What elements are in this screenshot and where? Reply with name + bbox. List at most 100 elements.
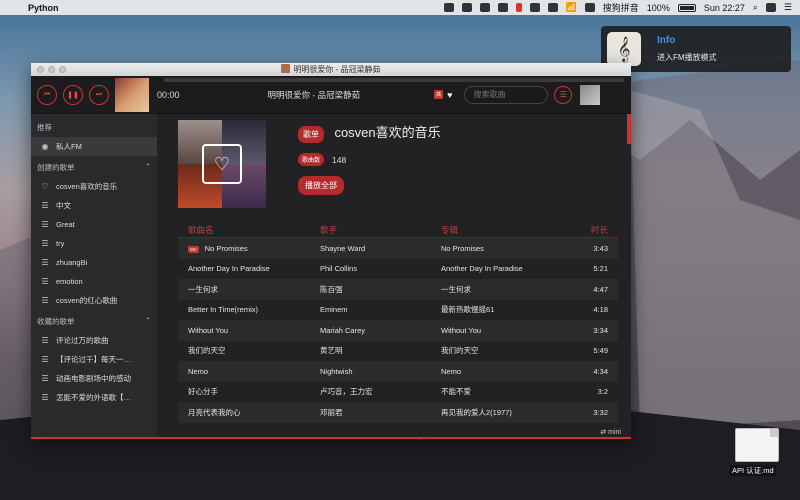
sidebar-item-playlist[interactable]: ☰ cosven的红心歌曲 xyxy=(31,291,157,310)
list-icon: ☰ xyxy=(41,296,49,305)
sidebar-item-playlist[interactable]: ☰ zhuangBi xyxy=(31,253,157,272)
column-header-artist[interactable]: 歌手 xyxy=(320,224,441,236)
column-header-album[interactable]: 专辑 xyxy=(441,224,583,236)
table-row[interactable]: 月亮代表我的心 邓丽君 再见我的爱人2(1977) 3:32 xyxy=(178,402,618,423)
battery-icon[interactable] xyxy=(677,3,696,12)
scrollbar[interactable] xyxy=(627,114,631,144)
play-all-button[interactable]: 播放全部 xyxy=(298,176,344,195)
sidebar-section-created[interactable]: 创建的歌单 ⌃ xyxy=(31,156,157,177)
music-player-window: 明明很爱你 - 品冠梁静茹 ⏮ ❚❚ ⏭ 00:00 明明很爱你 - 品冠梁静茹… xyxy=(31,63,631,439)
song-count-label: 歌曲数 xyxy=(298,153,325,166)
sidebar-item-playlist[interactable]: ☰ 中文 xyxy=(31,196,157,215)
table-row[interactable]: Without You Mariah Carey Without You 3:34 xyxy=(178,320,618,341)
table-row[interactable]: Another Day In Paradise Phil Collins Anoth… xyxy=(178,259,618,280)
clock[interactable]: Sun 22:27 xyxy=(704,3,745,13)
qq-icon[interactable] xyxy=(461,3,472,12)
battery-percent: 100% xyxy=(646,2,670,13)
playlist-heart-icon: ♡ xyxy=(202,144,242,184)
album-cover[interactable] xyxy=(115,77,149,112)
user-avatar[interactable] xyxy=(580,84,601,105)
sidebar-section-collected[interactable]: 收藏的歌单 ⌃ xyxy=(31,310,157,331)
table-row[interactable]: MV No Promises Shayne Ward No Promises 3:43 xyxy=(178,238,618,259)
quality-badge: 高 xyxy=(434,90,444,99)
song-table: MV No Promises Shayne Ward No Promises 3:43 … xyxy=(178,238,631,423)
menu-bar: Python 📶 搜狗拼音 100% Sun 22:27 ⌕ ☰ xyxy=(0,0,800,15)
column-header-name[interactable]: 歌曲名 xyxy=(178,224,320,236)
spotlight-icon[interactable]: ⌕ xyxy=(753,2,758,13)
table-row[interactable]: 一生何求 陈百强 一生何求 4:47 xyxy=(178,279,618,300)
wifi-icon[interactable]: 📶 xyxy=(566,2,577,13)
sidebar-item-playlist[interactable]: ☰ try xyxy=(31,234,157,253)
status-area: 📶 搜狗拼音 100% Sun 22:27 ⌕ ☰ xyxy=(443,1,800,14)
app-menu-name[interactable]: Python xyxy=(28,3,59,13)
playlist-header: ♡ 歌单 cosven喜欢的音乐 歌曲数 148 播放全部 xyxy=(178,114,631,208)
sidebar-item-playlist[interactable]: ☰ 动画电影剧场中的感动 xyxy=(31,369,157,388)
clipboard-icon[interactable] xyxy=(529,3,540,12)
list-icon: ☰ xyxy=(41,336,49,345)
sidebar-item-playlist[interactable]: ☰ 怎能不爱的外语歌【… xyxy=(31,388,157,407)
sidebar-item-playlist[interactable]: ☰ 【评论过千】每天一… xyxy=(31,350,157,369)
window-title: 明明很爱你 - 品冠梁静茹 xyxy=(31,64,631,75)
markdown-file-icon[interactable] xyxy=(735,428,779,462)
search-input[interactable] xyxy=(464,85,549,104)
list-icon: ☰ xyxy=(41,277,49,286)
wechat-icon[interactable] xyxy=(443,3,454,12)
sidebar: 推荐 ◉ 私人FM 创建的歌单 ⌃ ♡ cosven喜欢的音乐 ☰ 中文 ☰ Gr… xyxy=(31,114,157,439)
next-icon[interactable]: ⏭ xyxy=(89,84,109,105)
list-icon: ☰ xyxy=(41,355,49,364)
display-icon[interactable] xyxy=(547,3,558,12)
chevron-up-icon[interactable]: ⌃ xyxy=(145,162,151,173)
table-row[interactable]: Better In Time(remix) Eminem 最新热歌慢摇61 4:18 xyxy=(178,300,618,321)
user-icon[interactable] xyxy=(765,3,776,12)
table-row[interactable]: 好心分手 卢巧音，王力宏 不能不爱 3:2 xyxy=(178,382,618,403)
repeat-icon: ⇄ xyxy=(600,429,607,436)
treble-clef-icon: 𝄞 xyxy=(607,32,641,66)
app-icon xyxy=(281,64,291,73)
column-header-duration[interactable]: 时长 xyxy=(583,224,618,236)
table-row[interactable]: Nemo Nightwish Nemo 4:34 xyxy=(178,361,618,382)
menu-icon[interactable]: ☰ xyxy=(554,85,573,104)
notification-body: 进入FM播放模式 xyxy=(657,53,717,62)
list-icon: ☰ xyxy=(41,374,49,383)
playlist-cover: ♡ xyxy=(178,120,266,208)
ime-label[interactable]: 搜狗拼音 xyxy=(603,1,639,14)
list-icon: ☰ xyxy=(41,393,49,402)
notification-title: Info xyxy=(657,35,676,46)
desktop-file-label[interactable]: API 认证.md xyxy=(730,465,776,476)
playback-time: 00:00 xyxy=(157,89,180,100)
mini-mode-button[interactable]: ⇄ mini xyxy=(600,428,621,436)
pause-icon[interactable]: ❚❚ xyxy=(63,84,83,105)
sidebar-section-recommend: 推荐 xyxy=(37,123,52,132)
heart-icon[interactable]: ♥ xyxy=(447,90,452,100)
song-count: 148 xyxy=(332,154,347,165)
search-status-icon[interactable] xyxy=(497,3,508,12)
sidebar-item-fm[interactable]: ◉ 私人FM xyxy=(31,137,157,156)
list-icon: ☰ xyxy=(41,201,49,210)
progress-bar[interactable] xyxy=(164,78,624,82)
ime-icon[interactable] xyxy=(584,3,595,12)
player-bar: ⏮ ❚❚ ⏭ 00:00 明明很爱你 - 品冠梁静茹 高 ♥ ☰ xyxy=(31,76,631,114)
pause-status-icon[interactable] xyxy=(515,3,522,12)
previous-icon[interactable]: ⏮ xyxy=(37,84,57,105)
sidebar-item-playlist[interactable]: ☰ emotion xyxy=(31,272,157,291)
notification-center-icon[interactable]: ☰ xyxy=(784,2,792,13)
heart-outline-icon: ♡ xyxy=(41,182,49,191)
timer-icon[interactable] xyxy=(479,3,490,12)
list-icon: ☰ xyxy=(41,239,49,248)
sidebar-item-playlist[interactable]: ☰ Great xyxy=(31,215,157,234)
title-bar[interactable]: 明明很爱你 - 品冠梁静茹 xyxy=(31,63,631,76)
chevron-up-icon[interactable]: ⌃ xyxy=(145,316,151,327)
table-header: 歌曲名 歌手 专辑 时长 xyxy=(178,222,618,238)
radio-icon: ◉ xyxy=(41,142,49,151)
now-playing-title: 明明很爱你 - 品冠梁静茹 xyxy=(267,89,361,100)
sidebar-item-favorites[interactable]: ♡ cosven喜欢的音乐 xyxy=(31,177,157,196)
playlist-tag: 歌单 xyxy=(298,126,324,143)
mv-badge[interactable]: MV xyxy=(188,245,199,253)
list-icon: ☰ xyxy=(41,220,49,229)
playlist-panel: ♡ 歌单 cosven喜欢的音乐 歌曲数 148 播放全部 歌曲名 歌手 专辑 … xyxy=(157,114,631,439)
window-accent-bar xyxy=(31,437,631,439)
playlist-title: cosven喜欢的音乐 xyxy=(334,125,441,140)
list-icon: ☰ xyxy=(41,258,49,267)
table-row[interactable]: 我们的天空 黄艺明 我们的天空 5:49 xyxy=(178,341,618,362)
sidebar-item-playlist[interactable]: ☰ 评论过万的歌曲 xyxy=(31,331,157,350)
